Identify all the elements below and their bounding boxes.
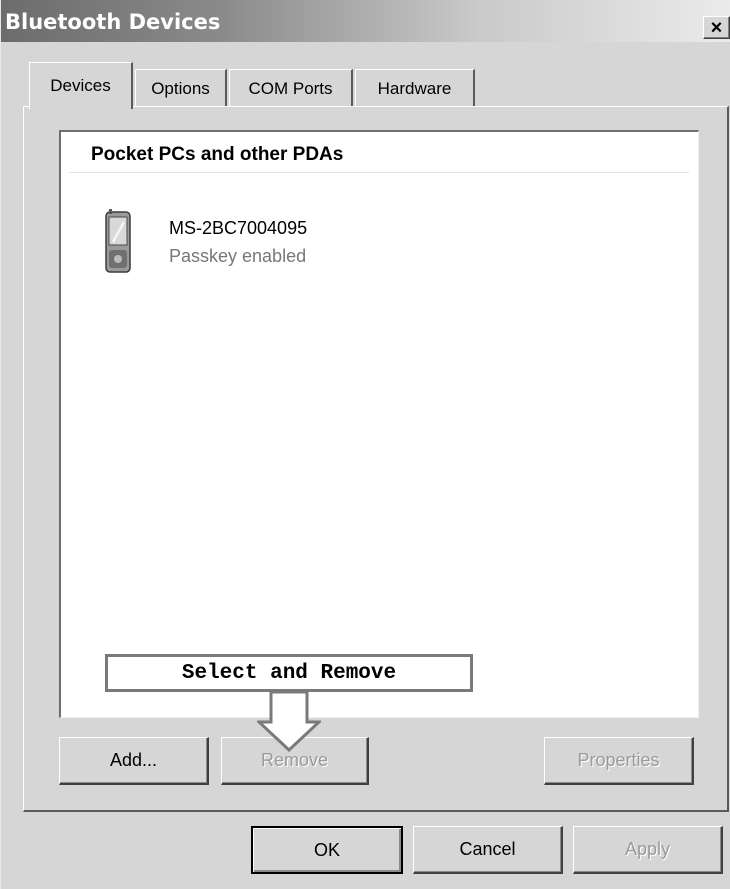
tab-options-label: Options	[151, 78, 210, 98]
tab-hardware[interactable]: Hardware	[355, 69, 475, 107]
device-list[interactable]: Pocket PCs and other PDAs MS-2BC7004095 …	[59, 130, 699, 718]
down-arrow-icon	[257, 690, 321, 752]
tab-com-ports[interactable]: COM Ports	[229, 69, 353, 107]
tab-devices-label: Devices	[50, 76, 111, 95]
cancel-button-label: Cancel	[459, 839, 516, 859]
annotation-callout: Select and Remove	[105, 654, 473, 692]
cancel-button[interactable]: Cancel	[413, 826, 563, 874]
ok-button-label: OK	[313, 839, 340, 860]
properties-button-label: Properties	[577, 750, 660, 770]
tab-options[interactable]: Options	[135, 69, 227, 107]
device-status: Passkey enabled	[169, 246, 307, 266]
ok-button[interactable]: OK	[251, 826, 403, 874]
annotation-callout-text: Select and Remove	[181, 661, 397, 685]
group-header: Pocket PCs and other PDAs	[91, 144, 344, 165]
window-title: Bluetooth Devices	[5, 10, 221, 34]
pda-icon[interactable]	[105, 208, 131, 274]
remove-button-label: Remove	[260, 750, 329, 770]
device-name[interactable]: MS-2BC7004095	[169, 218, 307, 239]
add-button[interactable]: Add...	[59, 737, 209, 785]
tab-com-ports-label: COM Ports	[248, 78, 333, 98]
close-button[interactable]: ×	[703, 16, 730, 39]
bluetooth-devices-dialog: Bluetooth Devices × Devices Options COM …	[0, 0, 730, 889]
group-divider	[69, 172, 689, 173]
apply-button[interactable]: Apply	[573, 826, 723, 874]
tab-devices[interactable]: Devices	[29, 62, 133, 109]
properties-button[interactable]: Properties	[544, 737, 694, 785]
title-bar[interactable]: Bluetooth Devices ×	[1, 0, 730, 42]
close-icon: ×	[710, 16, 723, 39]
tab-hardware-label: Hardware	[377, 78, 452, 98]
apply-button-label: Apply	[624, 839, 671, 859]
add-button-label: Add...	[109, 750, 158, 770]
